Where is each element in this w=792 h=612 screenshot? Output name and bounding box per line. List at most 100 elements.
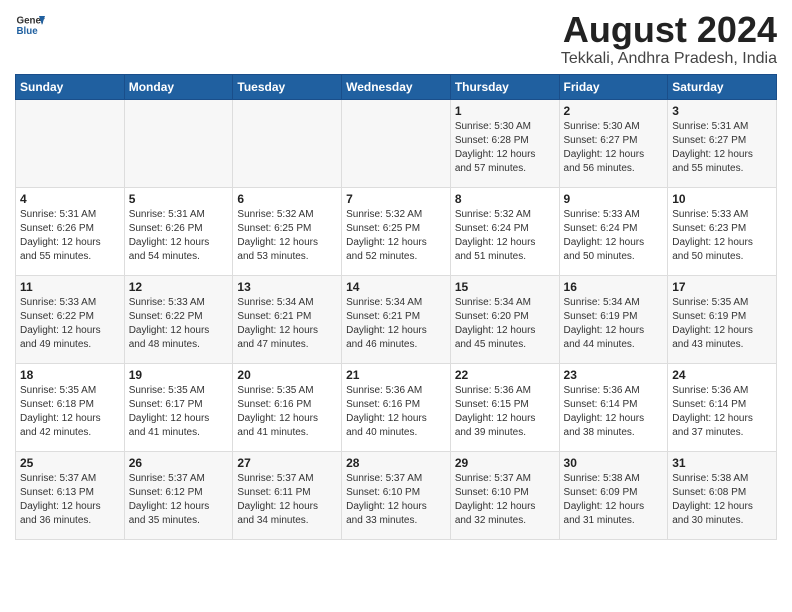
weekday-header-row: SundayMondayTuesdayWednesdayThursdayFrid… xyxy=(16,74,777,99)
day-info: Sunrise: 5:38 AM Sunset: 6:09 PM Dayligh… xyxy=(564,472,664,528)
day-number: 8 xyxy=(455,192,555,206)
weekday-header-cell: Friday xyxy=(559,74,668,99)
day-info: Sunrise: 5:30 AM Sunset: 6:28 PM Dayligh… xyxy=(455,120,555,176)
day-number: 25 xyxy=(20,456,120,470)
day-info: Sunrise: 5:36 AM Sunset: 6:15 PM Dayligh… xyxy=(455,384,555,440)
day-info: Sunrise: 5:34 AM Sunset: 6:20 PM Dayligh… xyxy=(455,296,555,352)
location-subtitle: Tekkali, Andhra Pradesh, India xyxy=(561,50,777,68)
calendar-day-cell: 2Sunrise: 5:30 AM Sunset: 6:27 PM Daylig… xyxy=(559,99,668,187)
title-area: August 2024 Tekkali, Andhra Pradesh, Ind… xyxy=(561,10,777,68)
day-info: Sunrise: 5:36 AM Sunset: 6:14 PM Dayligh… xyxy=(564,384,664,440)
calendar-week-row: 11 Sunrise: 5:33 AM Sunset: 6:22 PM Dayli… xyxy=(16,275,777,363)
day-info: Sunrise: 5:32 AM Sunset: 6:24 PM Dayligh… xyxy=(455,208,555,264)
calendar-day-cell: 10 Sunrise: 5:33 AM Sunset: 6:23 PM Dayli… xyxy=(668,187,777,275)
calendar-day-cell xyxy=(342,99,451,187)
weekday-header-cell: Wednesday xyxy=(342,74,451,99)
day-info: Sunrise: 5:31 AM Sunset: 6:27 PM Dayligh… xyxy=(672,120,772,176)
day-number: 15 xyxy=(455,280,555,294)
day-info: Sunrise: 5:35 AM Sunset: 6:18 PM Dayligh… xyxy=(20,384,120,440)
calendar-day-cell: 21 Sunrise: 5:36 AM Sunset: 6:16 PM Dayli… xyxy=(342,363,451,451)
calendar-day-cell: 17 Sunrise: 5:35 AM Sunset: 6:19 PM Dayli… xyxy=(668,275,777,363)
day-number: 4 xyxy=(20,192,120,206)
weekday-header-cell: Monday xyxy=(124,74,233,99)
day-info: Sunrise: 5:37 AM Sunset: 6:10 PM Dayligh… xyxy=(346,472,446,528)
day-number: 29 xyxy=(455,456,555,470)
calendar-day-cell: 12 Sunrise: 5:33 AM Sunset: 6:22 PM Dayli… xyxy=(124,275,233,363)
day-number: 16 xyxy=(564,280,664,294)
day-number: 10 xyxy=(672,192,772,206)
calendar-day-cell: 26Sunrise: 5:37 AM Sunset: 6:12 PM Dayli… xyxy=(124,451,233,539)
day-info: Sunrise: 5:33 AM Sunset: 6:24 PM Dayligh… xyxy=(564,208,664,264)
calendar-day-cell: 27Sunrise: 5:37 AM Sunset: 6:11 PM Dayli… xyxy=(233,451,342,539)
calendar-day-cell: 18 Sunrise: 5:35 AM Sunset: 6:18 PM Dayli… xyxy=(16,363,125,451)
day-number: 18 xyxy=(20,368,120,382)
calendar-day-cell: 13Sunrise: 5:34 AM Sunset: 6:21 PM Dayli… xyxy=(233,275,342,363)
day-number: 28 xyxy=(346,456,446,470)
day-info: Sunrise: 5:35 AM Sunset: 6:19 PM Dayligh… xyxy=(672,296,772,352)
day-number: 19 xyxy=(129,368,229,382)
calendar-day-cell: 15 Sunrise: 5:34 AM Sunset: 6:20 PM Dayli… xyxy=(450,275,559,363)
day-info: Sunrise: 5:37 AM Sunset: 6:12 PM Dayligh… xyxy=(129,472,229,528)
day-info: Sunrise: 5:34 AM Sunset: 6:19 PM Dayligh… xyxy=(564,296,664,352)
day-number: 3 xyxy=(672,104,772,118)
day-info: Sunrise: 5:37 AM Sunset: 6:10 PM Dayligh… xyxy=(455,472,555,528)
calendar-day-cell: 20 Sunrise: 5:35 AM Sunset: 6:16 PM Dayli… xyxy=(233,363,342,451)
day-info: Sunrise: 5:32 AM Sunset: 6:25 PM Dayligh… xyxy=(346,208,446,264)
day-number: 21 xyxy=(346,368,446,382)
day-info: Sunrise: 5:38 AM Sunset: 6:08 PM Dayligh… xyxy=(672,472,772,528)
day-number: 30 xyxy=(564,456,664,470)
calendar-day-cell: 7 Sunrise: 5:32 AM Sunset: 6:25 PM Daylig… xyxy=(342,187,451,275)
day-info: Sunrise: 5:36 AM Sunset: 6:16 PM Dayligh… xyxy=(346,384,446,440)
day-number: 24 xyxy=(672,368,772,382)
day-info: Sunrise: 5:35 AM Sunset: 6:16 PM Dayligh… xyxy=(237,384,337,440)
logo: General Blue xyxy=(15,10,45,40)
day-info: Sunrise: 5:30 AM Sunset: 6:27 PM Dayligh… xyxy=(564,120,664,176)
calendar-day-cell: 5Sunrise: 5:31 AM Sunset: 6:26 PM Daylig… xyxy=(124,187,233,275)
weekday-header-cell: Thursday xyxy=(450,74,559,99)
logo-icon: General Blue xyxy=(15,10,45,40)
calendar-day-cell: 8 Sunrise: 5:32 AM Sunset: 6:24 PM Daylig… xyxy=(450,187,559,275)
day-info: Sunrise: 5:37 AM Sunset: 6:13 PM Dayligh… xyxy=(20,472,120,528)
calendar-day-cell: 4Sunrise: 5:31 AM Sunset: 6:26 PM Daylig… xyxy=(16,187,125,275)
day-number: 1 xyxy=(455,104,555,118)
day-info: Sunrise: 5:33 AM Sunset: 6:22 PM Dayligh… xyxy=(129,296,229,352)
day-number: 12 xyxy=(129,280,229,294)
day-number: 6 xyxy=(237,192,337,206)
calendar-week-row: 4 Sunrise: 5:31 AM Sunset: 6:26 PM Daylig… xyxy=(16,187,777,275)
day-number: 13 xyxy=(237,280,337,294)
calendar-week-row: 25 Sunrise: 5:37 AM Sunset: 6:13 PM Dayli… xyxy=(16,451,777,539)
calendar-day-cell: 24Sunrise: 5:36 AM Sunset: 6:14 PM Dayli… xyxy=(668,363,777,451)
day-info: Sunrise: 5:31 AM Sunset: 6:26 PM Dayligh… xyxy=(129,208,229,264)
calendar-day-cell: 16 Sunrise: 5:34 AM Sunset: 6:19 PM Dayli… xyxy=(559,275,668,363)
day-number: 11 xyxy=(20,280,120,294)
calendar-day-cell: 3 Sunrise: 5:31 AM Sunset: 6:27 PM Daylig… xyxy=(668,99,777,187)
day-number: 7 xyxy=(346,192,446,206)
calendar-day-cell xyxy=(233,99,342,187)
calendar-week-row: 18 Sunrise: 5:35 AM Sunset: 6:18 PM Dayli… xyxy=(16,363,777,451)
day-number: 22 xyxy=(455,368,555,382)
day-info: Sunrise: 5:33 AM Sunset: 6:23 PM Dayligh… xyxy=(672,208,772,264)
calendar-day-cell: 11 Sunrise: 5:33 AM Sunset: 6:22 PM Dayli… xyxy=(16,275,125,363)
calendar-day-cell: 28 Sunrise: 5:37 AM Sunset: 6:10 PM Dayli… xyxy=(342,451,451,539)
day-info: Sunrise: 5:33 AM Sunset: 6:22 PM Dayligh… xyxy=(20,296,120,352)
weekday-header-cell: Saturday xyxy=(668,74,777,99)
weekday-header-cell: Tuesday xyxy=(233,74,342,99)
day-number: 14 xyxy=(346,280,446,294)
calendar-day-cell: 25 Sunrise: 5:37 AM Sunset: 6:13 PM Dayli… xyxy=(16,451,125,539)
calendar-table: SundayMondayTuesdayWednesdayThursdayFrid… xyxy=(15,74,777,540)
calendar-week-row: 1 Sunrise: 5:30 AM Sunset: 6:28 PM Daylig… xyxy=(16,99,777,187)
calendar-day-cell: 19 Sunrise: 5:35 AM Sunset: 6:17 PM Dayli… xyxy=(124,363,233,451)
header: General Blue August 2024 Tekkali, Andhra… xyxy=(15,10,777,68)
calendar-day-cell xyxy=(124,99,233,187)
day-number: 27 xyxy=(237,456,337,470)
calendar-day-cell: 23Sunrise: 5:36 AM Sunset: 6:14 PM Dayli… xyxy=(559,363,668,451)
month-year-title: August 2024 xyxy=(561,10,777,50)
calendar-day-cell: 31Sunrise: 5:38 AM Sunset: 6:08 PM Dayli… xyxy=(668,451,777,539)
day-number: 17 xyxy=(672,280,772,294)
calendar-day-cell: 30 Sunrise: 5:38 AM Sunset: 6:09 PM Dayli… xyxy=(559,451,668,539)
day-number: 9 xyxy=(564,192,664,206)
day-number: 20 xyxy=(237,368,337,382)
svg-text:Blue: Blue xyxy=(17,26,39,37)
calendar-day-cell xyxy=(16,99,125,187)
day-info: Sunrise: 5:35 AM Sunset: 6:17 PM Dayligh… xyxy=(129,384,229,440)
